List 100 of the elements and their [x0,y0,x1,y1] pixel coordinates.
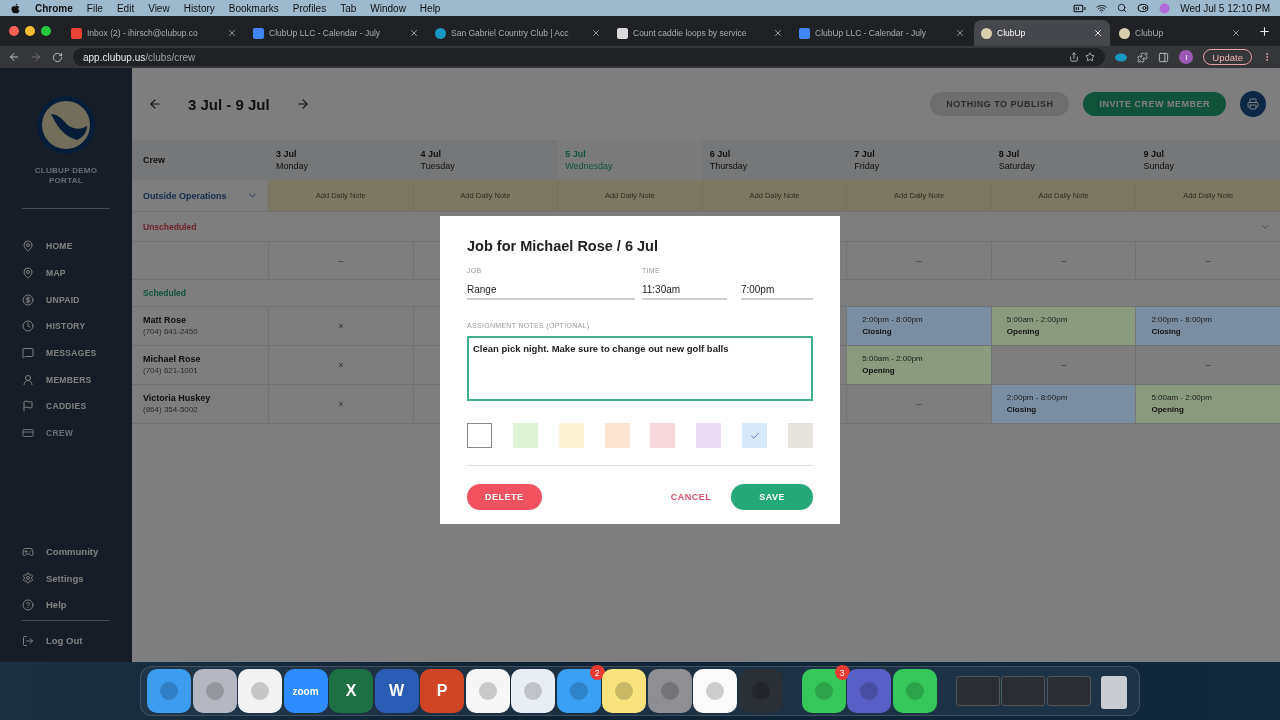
app-icon[interactable]: zoom [283,669,328,713]
nav-item[interactable]: UNPAID [0,286,132,314]
window-thumbnail[interactable] [955,676,1000,706]
nav-item[interactable]: MAP [0,259,132,287]
group-header[interactable]: Outside Operations [132,180,268,211]
shift-block[interactable]: 2:00pm - 8:00pm Closing [990,385,1136,423]
app-icon[interactable] [892,669,937,713]
close-icon[interactable] [1093,28,1103,38]
app-icon[interactable] [192,669,237,713]
app-icon[interactable]: X [329,669,373,713]
app-icon[interactable] [693,669,737,713]
day-heading[interactable]: 6 Jul Thursday [701,140,847,180]
favicon-icon [1119,27,1130,39]
menu-item[interactable]: Tab [340,2,357,14]
menu-item[interactable]: Window [370,2,406,14]
day-heading[interactable]: 4 Jul Tuesday [412,140,558,180]
share-icon[interactable] [1069,52,1080,62]
app-icon[interactable] [238,669,282,713]
menu-item[interactable]: Chrome [35,2,73,14]
shift-block[interactable]: 5:00am - 2:00pm Opening [846,346,991,384]
shift-block[interactable]: 5:00am - 2:00pm Opening [990,307,1136,345]
app-icon[interactable]: P [420,669,464,713]
menu-item[interactable]: Profiles [292,2,327,14]
cell-mark: – [1061,360,1067,370]
crew-phone: (704) 641-2450 [143,326,199,338]
cell-mark: – [1061,255,1067,266]
apple-icon[interactable] [10,2,21,14]
star-icon[interactable] [1085,52,1096,62]
day-heading[interactable]: 7 Jul Friday [846,140,991,180]
nav-item[interactable]: CADDIES [0,393,132,420]
browser-tab[interactable]: ClubUp LLC - Calendar - July [792,20,972,46]
browser-tab[interactable]: ClubUp [974,20,1110,46]
menu-item[interactable]: Bookmarks [228,2,279,14]
close-icon[interactable] [773,28,783,38]
day-heading[interactable]: 9 Jul Sunday [1135,140,1280,180]
shift-block[interactable]: 2:00pm - 8:00pm Closing [1135,307,1280,345]
menu-item[interactable]: View [148,2,170,14]
menu-item[interactable]: Help [419,2,441,14]
window-thumbnail[interactable] [1046,676,1091,706]
crew-name: Michael Rose [143,353,202,365]
menu-item[interactable]: Edit [116,2,135,14]
menu-item[interactable]: File [86,2,103,14]
app-icon[interactable]: W [374,669,419,713]
browser-tab[interactable]: Inbox (2) - ihirsch@clubup.co [64,20,244,46]
next-week-icon[interactable] [295,97,310,111]
nav-item[interactable]: MESSAGES [0,339,132,367]
close-icon[interactable] [1231,28,1241,38]
close-icon[interactable] [227,28,237,38]
cancel-button[interactable]: CANCEL [670,484,712,510]
notes-field[interactable]: Clean pick night. Make sure to change out new golf balls [467,336,813,401]
nav-item[interactable]: Settings [0,564,132,592]
favicon-icon [799,27,810,39]
color-swatch[interactable] [467,423,492,448]
browser-tab[interactable]: ClubUp [1112,20,1248,46]
toggle-icon[interactable] [1137,2,1150,14]
cell-mark: × [338,399,344,409]
browser-tab[interactable]: San Gabriel Country Club | Acc [428,20,608,46]
end-time-field[interactable]: 7:00pm [740,284,813,300]
shift-block[interactable]: 5:00am - 2:00pm Opening [1135,385,1280,423]
window-controls[interactable] [8,25,52,37]
nav-item[interactable]: MEMBERS [0,366,132,394]
nav-item[interactable]: Log Out [0,627,132,654]
new-tab-icon[interactable] [1258,24,1271,38]
nav-item[interactable]: Help [0,591,132,619]
nav-item[interactable]: HOME [0,233,132,260]
shift-block[interactable]: 2:00pm - 8:00pm Closing [846,307,991,345]
cloud-icon[interactable] [1115,52,1128,62]
side-panel-icon[interactable] [1158,51,1170,63]
profile-avatar[interactable]: I [1179,50,1194,64]
nav-item[interactable]: HISTORY [0,313,132,340]
nav-item[interactable]: CREW [0,419,132,447]
menu-item[interactable]: History [183,2,215,14]
nav-item[interactable]: Community [0,538,132,565]
close-icon[interactable] [591,28,601,38]
map-pin-icon [22,267,34,280]
app-icon[interactable] [602,669,646,713]
search-icon[interactable] [1117,3,1128,13]
reload-icon[interactable] [52,51,63,63]
wifi-icon[interactable] [1096,2,1108,14]
puzzle-icon[interactable] [1137,51,1149,63]
back-icon[interactable] [8,51,20,63]
print-button[interactable] [1240,91,1266,117]
address-bar[interactable]: app.clubup.us/clubs/crew [73,48,1106,66]
menu-clock[interactable]: Wed Jul 5 12:10 PM [1180,2,1270,14]
app-icon[interactable] [465,669,510,713]
browser-tab[interactable]: ClubUp LLC - Calendar - July [246,20,426,46]
day-heading[interactable]: 3 Jul Monday [268,140,413,180]
close-icon[interactable] [955,28,965,38]
close-icon[interactable] [409,28,419,38]
browser-tab[interactable]: Count caddie loops by service [610,20,790,46]
start-time-field[interactable]: 11:30am [641,284,727,300]
app-icon[interactable] [511,669,555,713]
cell-mark: – [1205,255,1211,266]
save-button[interactable]: SAVE [731,484,813,510]
delete-button[interactable]: DELETE [467,484,542,510]
day-heading[interactable]: 8 Jul Saturday [990,140,1136,180]
job-field[interactable]: Range [467,284,635,300]
window-thumbnail[interactable] [1001,676,1045,706]
invite-button[interactable]: INVITE CREW MEMBER [1083,92,1226,116]
previous-week-icon[interactable] [148,97,162,111]
